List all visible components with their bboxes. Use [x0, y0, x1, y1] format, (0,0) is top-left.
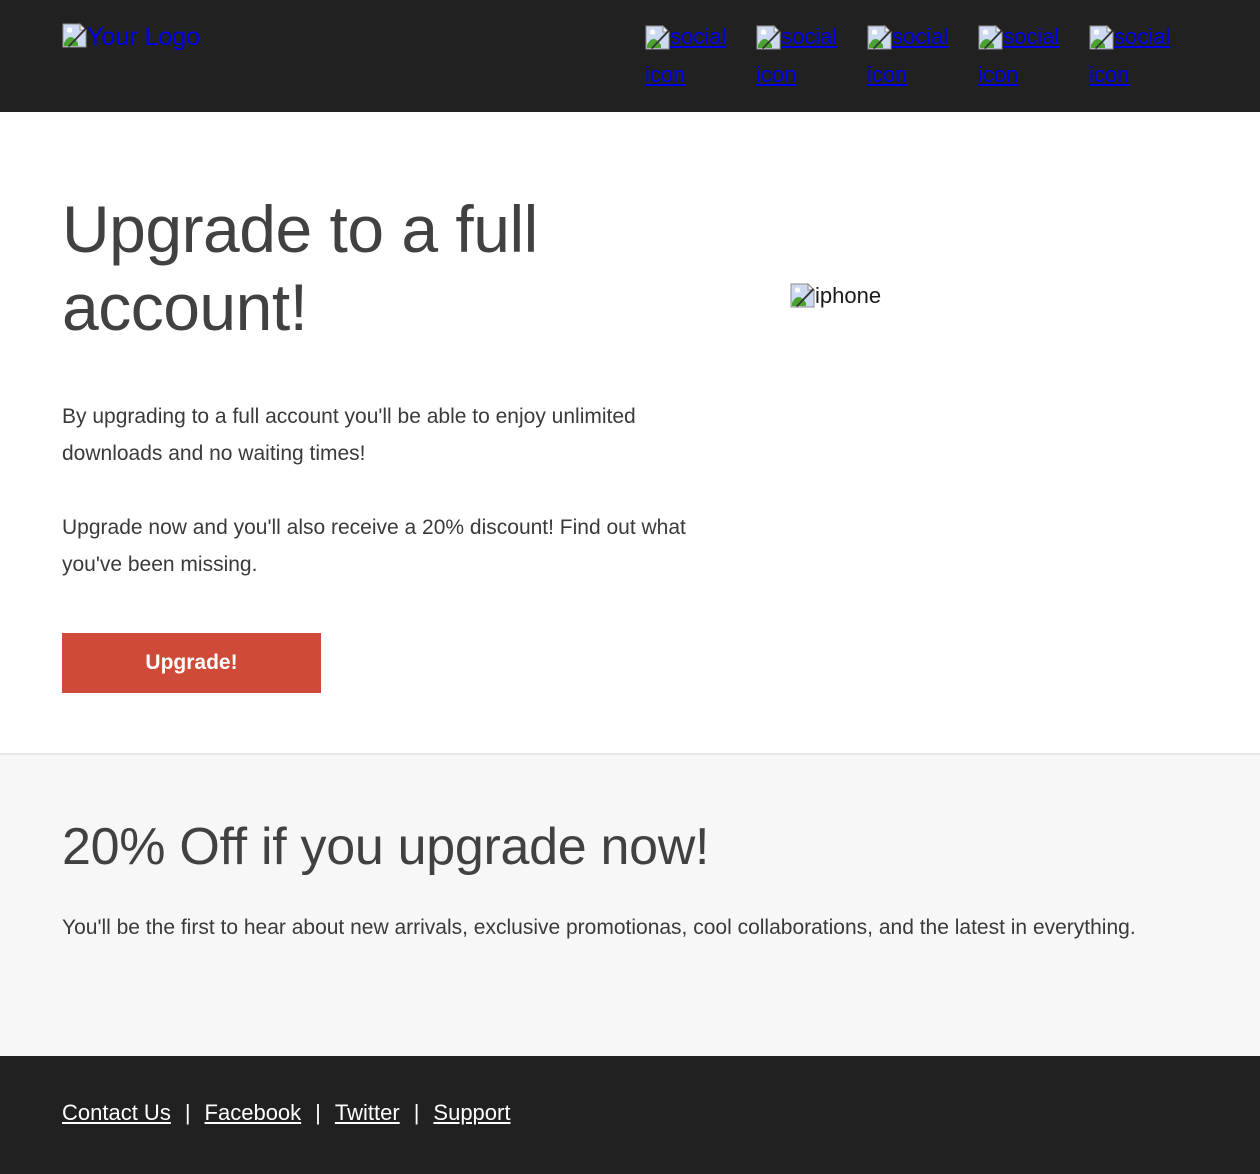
broken-image-icon: [867, 25, 892, 50]
social-link-4[interactable]: social icon: [978, 18, 1089, 94]
footer-separator: |: [184, 1100, 191, 1125]
broken-image-icon: [62, 23, 87, 48]
promo-paragraph: You'll be the first to hear about new ar…: [62, 916, 1136, 939]
footer-link-facebook[interactable]: Facebook: [205, 1100, 302, 1126]
site-footer: Contact Us | Facebook | Twitter | Suppor…: [0, 1056, 1260, 1174]
hero-paragraph-2: Upgrade now and you'll also receive a 20…: [62, 516, 686, 576]
footer-link-support[interactable]: Support: [433, 1100, 510, 1126]
site-header: Your Logo social icon social icon social…: [0, 0, 1260, 112]
hero-text-column: Upgrade to a full account! By upgrading …: [62, 190, 702, 693]
logo-link[interactable]: Your Logo: [62, 23, 200, 51]
hero-image-alt-text: iphone: [815, 283, 882, 308]
social-link-2[interactable]: social icon: [756, 18, 867, 94]
logo-alt-text: Your Logo: [87, 23, 201, 51]
footer-nav: Contact Us | Facebook | Twitter | Suppor…: [62, 1100, 1198, 1126]
hero-image-figure: iphone: [790, 283, 881, 309]
social-link-3[interactable]: social icon: [867, 18, 978, 94]
hero-paragraph-1: By upgrading to a full account you'll be…: [62, 405, 636, 465]
broken-image-icon: [645, 25, 670, 50]
footer-link-contact-us[interactable]: Contact Us: [62, 1100, 171, 1126]
social-links-nav: social icon social icon social icon soci…: [645, 18, 1200, 94]
page-title: Upgrade to a full account!: [62, 192, 538, 344]
social-link-5[interactable]: social icon: [1089, 18, 1200, 94]
hero-section: Upgrade to a full account! By upgrading …: [0, 112, 1260, 755]
promo-section: 20% Off if you upgrade now! You'll be th…: [0, 755, 1260, 1056]
upgrade-button[interactable]: Upgrade!: [62, 633, 321, 693]
footer-link-twitter[interactable]: Twitter: [335, 1100, 400, 1126]
broken-image-icon: [756, 25, 781, 50]
broken-image-icon: [1089, 25, 1114, 50]
footer-separator: |: [413, 1100, 420, 1125]
footer-separator: |: [315, 1100, 321, 1125]
social-link-1[interactable]: social icon: [645, 18, 756, 94]
broken-image-icon: [790, 283, 815, 308]
promo-title: 20% Off if you upgrade now!: [62, 818, 710, 876]
broken-image-icon: [978, 25, 1003, 50]
